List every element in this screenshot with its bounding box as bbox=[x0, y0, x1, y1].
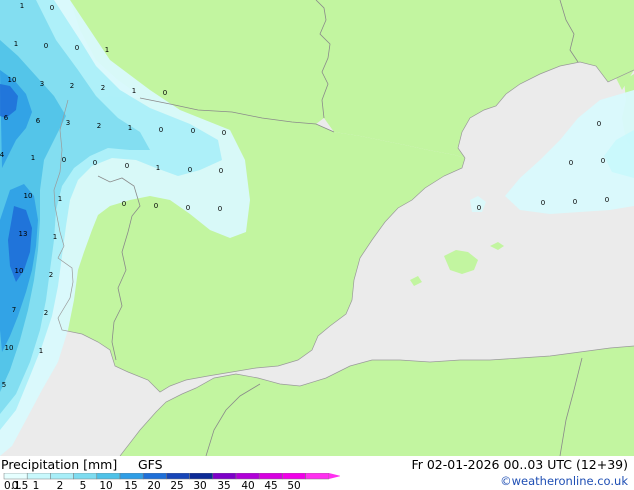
legend-tick-label: 0.5 bbox=[12, 480, 29, 490]
precip-value: 10 bbox=[24, 192, 33, 200]
precip-value: 0 bbox=[50, 4, 54, 12]
legend-tick-label: 30 bbox=[193, 480, 206, 490]
precip-value: 1 bbox=[53, 233, 57, 241]
precip-value: 0 bbox=[44, 42, 48, 50]
legend-color-box bbox=[235, 473, 260, 480]
precip-value: 2 bbox=[70, 82, 74, 90]
precip-value: 0 bbox=[573, 198, 577, 206]
precip-value: 2 bbox=[44, 309, 48, 317]
precip-value: 0 bbox=[541, 199, 545, 207]
precip-value: 1 bbox=[132, 87, 136, 95]
precip-value: 1 bbox=[39, 347, 43, 355]
legend-color-boxes bbox=[3, 473, 340, 480]
precip-value: 1 bbox=[31, 154, 35, 162]
legend-tick-label: 10 bbox=[99, 480, 112, 490]
precip-value: 0 bbox=[188, 166, 192, 174]
precip-value: 10 bbox=[5, 344, 14, 352]
precip-value: 0 bbox=[93, 159, 97, 167]
precip-value: 0 bbox=[159, 126, 163, 134]
legend-color-box bbox=[166, 473, 190, 480]
legend-tick-label: 1 bbox=[33, 480, 40, 490]
legend-color-box bbox=[305, 473, 330, 480]
legend-color-box bbox=[212, 473, 237, 480]
legend-tick-label: 35 bbox=[217, 480, 230, 490]
legend-color-box bbox=[189, 473, 214, 480]
precip-value: 2 bbox=[97, 122, 101, 130]
legend-tick-label: 45 bbox=[264, 480, 277, 490]
precip-value: 2 bbox=[49, 271, 53, 279]
precip-value: 0 bbox=[191, 127, 195, 135]
precip-value: 1 bbox=[156, 164, 160, 172]
model-label: GFS bbox=[138, 457, 163, 472]
precip-value: 1 bbox=[14, 40, 18, 48]
legend-arrow-tip bbox=[328, 473, 340, 479]
legend-tick-label: 5 bbox=[80, 480, 87, 490]
legend-color-box bbox=[282, 473, 306, 480]
precip-value: 0 bbox=[569, 159, 573, 167]
legend-tick-label: 40 bbox=[241, 480, 254, 490]
precip-value: 2 bbox=[101, 84, 105, 92]
legend-tick-label: 25 bbox=[170, 480, 183, 490]
precip-value: 10 bbox=[15, 267, 24, 275]
legend-color-box bbox=[26, 473, 51, 480]
precip-value: 0 bbox=[122, 200, 126, 208]
precip-value: 0 bbox=[163, 89, 167, 97]
precip-value: 0 bbox=[605, 196, 609, 204]
precip-value: 0 bbox=[125, 162, 129, 170]
source-credit[interactable]: ©weatheronline.co.uk bbox=[500, 474, 628, 488]
precip-value: 7 bbox=[12, 306, 16, 314]
precip-value: 0 bbox=[154, 202, 158, 210]
legend-color-box bbox=[258, 473, 283, 480]
legend-color-box bbox=[3, 473, 28, 480]
precip-value: 6 bbox=[4, 114, 9, 122]
precip-value: 1 bbox=[58, 195, 62, 203]
legend-tick-label: 2 bbox=[57, 480, 64, 490]
precip-value: 1 bbox=[20, 2, 24, 10]
legend-tick-labels: 0.10.5 1 2 5 10 15 20 25 30 35 40 45 50 bbox=[4, 480, 301, 490]
map-title: Precipitation [mm] bbox=[1, 457, 118, 472]
legend-color-box bbox=[73, 473, 98, 480]
precip-value: 5 bbox=[2, 381, 6, 389]
precip-value: 0 bbox=[219, 167, 223, 175]
precip-value: 1 bbox=[105, 46, 109, 54]
precipitation-legend: 0.10.5 1 2 5 10 15 20 25 30 35 40 45 50 bbox=[3, 473, 340, 490]
precip-value: 6 bbox=[36, 117, 41, 125]
precip-value: 0 bbox=[218, 205, 222, 213]
legend-color-box bbox=[50, 473, 74, 480]
precip-value: 0 bbox=[62, 156, 66, 164]
precipitation-map[interactable]: 1 01 0 0 110 3 2 2 1 06 6 3 2 1 0 0 04 1 0 0 0 1 0 010 10 0 0 013 11… bbox=[0, 0, 634, 456]
precip-value: 0 bbox=[186, 204, 190, 212]
precip-value: 3 bbox=[40, 80, 44, 88]
legend-color-box bbox=[119, 473, 144, 480]
precip-value: 10 bbox=[8, 76, 17, 84]
legend-tick-label: 20 bbox=[147, 480, 160, 490]
legend-color-box bbox=[96, 473, 121, 480]
legend-tick-label: 15 bbox=[124, 480, 137, 490]
precip-value: 1 bbox=[128, 124, 132, 132]
legend-tick-label: 50 bbox=[287, 480, 300, 490]
precip-value: 0 bbox=[222, 129, 226, 137]
precip-value: 3 bbox=[66, 119, 70, 127]
precip-value: 0 bbox=[601, 157, 605, 165]
precip-value: 0 bbox=[75, 44, 79, 52]
forecast-datetime: Fr 02-01-2026 00..03 UTC (12+39) bbox=[411, 457, 628, 472]
precip-value: 0 bbox=[597, 120, 601, 128]
legend-color-box bbox=[142, 473, 167, 480]
precip-value: 0 bbox=[477, 204, 481, 212]
precip-value: 4 bbox=[0, 151, 5, 159]
precip-value: 13 bbox=[19, 230, 28, 238]
